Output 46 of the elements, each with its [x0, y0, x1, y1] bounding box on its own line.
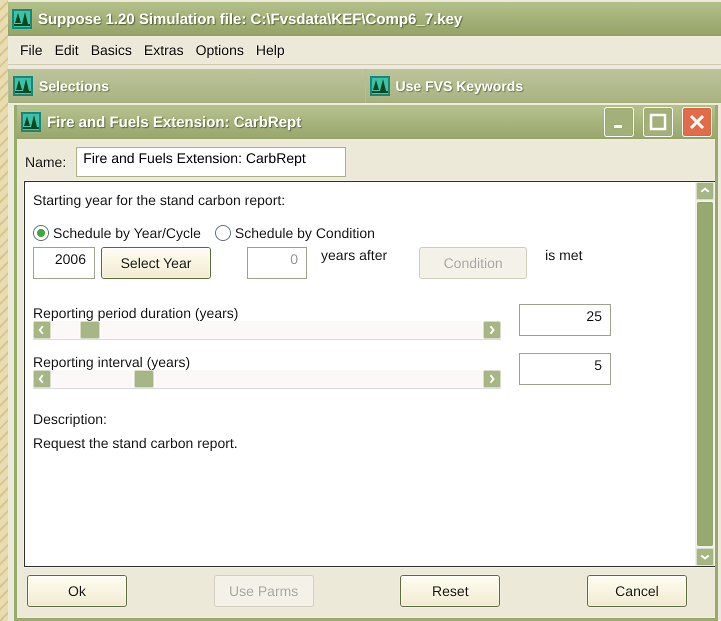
- menu-item[interactable]: Basics: [84, 42, 138, 58]
- slider-thumb[interactable]: [80, 321, 100, 339]
- years-after-label: years after: [321, 247, 388, 263]
- tree-icon: [12, 9, 32, 29]
- is-met-label: is met: [545, 247, 582, 263]
- name-label: Name:: [25, 154, 66, 170]
- year-field[interactable]: 2006: [33, 247, 95, 279]
- tree-icon: [21, 112, 41, 132]
- description-label: Description:: [33, 411, 107, 427]
- panel-title: Selections: [39, 78, 110, 94]
- menu-item[interactable]: File: [14, 42, 49, 58]
- scroll-left-icon[interactable]: [33, 370, 51, 388]
- scroll-right-icon[interactable]: [483, 321, 501, 339]
- scroll-up-icon[interactable]: [696, 182, 714, 200]
- radio-option[interactable]: Schedule by Year/Cycle: [33, 225, 201, 241]
- maximize-icon[interactable]: [643, 107, 673, 137]
- dialog-button[interactable]: Cancel: [586, 575, 687, 607]
- menu-item[interactable]: Help: [250, 42, 291, 58]
- radio-option[interactable]: Schedule by Condition: [214, 225, 375, 241]
- select-year-button[interactable]: Select Year: [101, 247, 211, 279]
- slider-track[interactable]: [33, 321, 501, 340]
- close-icon[interactable]: [682, 107, 712, 137]
- name-field[interactable]: Fire and Fuels Extension: CarbRept: [76, 147, 346, 177]
- value-field[interactable]: 5: [519, 352, 611, 384]
- description-text: Request the stand carbon report.: [33, 435, 238, 451]
- scroll-right-icon[interactable]: [483, 370, 501, 388]
- tree-icon: [370, 76, 390, 96]
- dialog-button[interactable]: Reset: [400, 575, 500, 607]
- slider-track[interactable]: [33, 370, 501, 389]
- menu-item[interactable]: Extras: [138, 42, 190, 58]
- vertical-scrollbar[interactable]: [695, 182, 715, 566]
- scroll-left-icon[interactable]: [33, 321, 51, 339]
- slider-label: Reporting interval (years): [33, 354, 190, 370]
- panel-title: Use FVS Keywords: [396, 78, 524, 94]
- slider-thumb[interactable]: [134, 370, 154, 388]
- minimize-icon[interactable]: [604, 107, 634, 137]
- dialog-button[interactable]: Ok: [27, 575, 127, 607]
- menu-item[interactable]: Edit: [48, 42, 85, 58]
- start-year-label: Starting year for the stand carbon report:: [33, 192, 286, 208]
- value-field[interactable]: 25: [519, 304, 611, 336]
- dialog-title: Fire and Fuels Extension: CarbRept: [47, 114, 302, 130]
- tree-icon: [13, 76, 33, 96]
- slider-label: Reporting period duration (years): [33, 305, 238, 321]
- scroll-down-icon[interactable]: [696, 548, 714, 566]
- menu-item[interactable]: Options: [190, 42, 250, 58]
- window-title: Suppose 1.20 Simulation file: C:\Fvsdata\KEF\Comp6_7.key: [38, 10, 462, 28]
